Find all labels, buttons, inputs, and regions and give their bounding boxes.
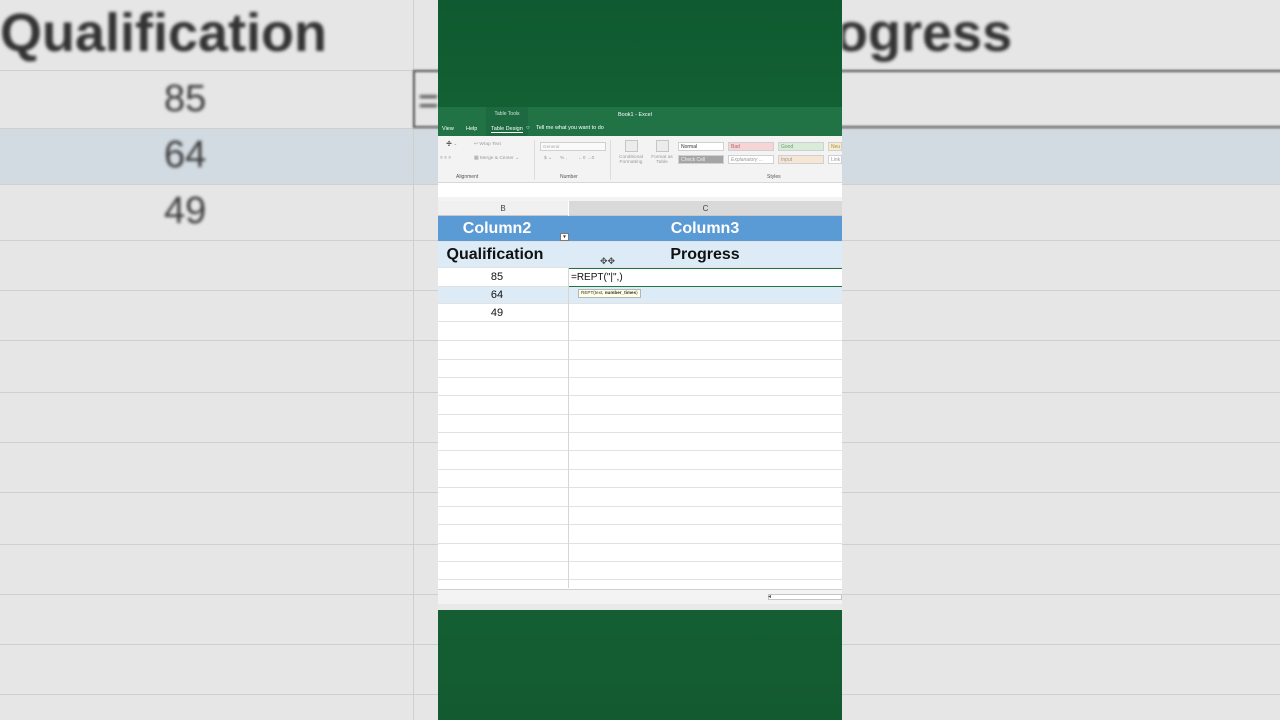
move-cursor-icon: ✥✥ [600,256,616,266]
tab-table-design[interactable]: Table Design [491,126,523,133]
tooltip-function: REPT(text, [581,290,605,295]
tooltip-argument: number_times [604,290,637,295]
currency-button[interactable]: $ ⌄ [544,156,552,161]
bg-cell-prefix: = [418,80,440,121]
style-check-cell[interactable]: Check Cell [678,155,724,164]
empty-row [438,451,842,470]
style-input[interactable]: Input [778,155,824,164]
active-cell-editor[interactable]: =REPT("|",) [568,268,842,287]
tell-me-text: Tell me what you want to do [536,125,604,131]
ribbon-separator [610,140,611,180]
percent-button[interactable]: % , [560,156,567,161]
style-neutral[interactable]: Neu [828,142,842,151]
wrap-text-button[interactable]: ↩ Wrap Text [474,142,501,147]
function-tooltip: REPT(text, number_times) [578,289,641,298]
video-panel: Table Tools Book1 - Excel View Help Tabl… [438,0,842,720]
conditional-formatting-icon[interactable] [625,140,638,152]
orientation-icon[interactable]: ➗ ⌄ [446,142,457,147]
document-title: Book1 - Excel [618,112,652,118]
spreadsheet-grid: Column2 ▾ Column3 Qualification Progress… [438,216,842,588]
formula-bar-strip [438,183,842,198]
number-format-select[interactable]: General [540,142,606,151]
number-format-value: General [543,144,560,149]
style-bad[interactable]: Bad [728,142,774,151]
ribbon-tabs: View Help Table Design ○ Tell me what you… [438,123,842,136]
style-good[interactable]: Good [778,142,824,151]
table-tools-label: Table Tools [494,111,520,117]
style-explanatory[interactable]: Explanatory ... [728,155,774,164]
empty-row [438,544,842,562]
group-number: Number [560,174,578,180]
horizontal-scrollbar[interactable] [768,594,842,600]
column-divider [568,268,569,588]
merge-center-button[interactable]: ▦ Merge & Center ⌄ [474,156,519,161]
column-header-b[interactable]: B [438,201,568,216]
table-header-row: Column2 ▾ Column3 [438,216,842,242]
ribbon: ➗ ⌄ ↩ Wrap Text ≡ ≡ ≡ ▦ Merge & Center ⌄… [438,136,842,183]
format-as-table-button[interactable]: Format as Table [649,155,675,165]
group-styles: Styles [767,174,781,180]
percent-label: % [560,156,565,161]
wrap-text-label: Wrap Text [479,142,501,147]
empty-row [438,360,842,378]
status-strip [438,604,842,610]
header-cell-column2[interactable]: Column2 [438,216,556,241]
bg-value-1: 85 [164,78,207,120]
empty-row [438,433,842,451]
tell-me-search[interactable]: ○ Tell me what you want to do [526,125,604,131]
bg-value-2: 64 [164,134,207,176]
bg-progress-header: Progress [842,2,1280,64]
currency-label: $ [544,156,547,161]
empty-row [438,525,842,544]
empty-row [438,488,842,507]
decimal-buttons[interactable]: ←0 →0 [578,156,594,161]
excel-window: Table Tools Book1 - Excel View Help Tabl… [438,107,842,610]
cell-b-value[interactable]: 85 [438,268,556,286]
align-icons[interactable]: ≡ ≡ ≡ [440,156,451,161]
group-alignment: Alignment [456,174,479,180]
conditional-formatting-button[interactable]: Conditional Formatting [616,155,646,165]
tab-view[interactable]: View [442,126,454,132]
header-cell-column3[interactable]: Column3 [568,216,842,241]
tab-help[interactable]: Help [466,126,477,132]
cell-b-value[interactable]: 49 [438,304,556,321]
column-header-c[interactable]: C [569,201,842,216]
empty-row [438,415,842,433]
empty-row [438,470,842,488]
format-as-table-icon[interactable] [656,140,669,152]
tooltip-close: ) [636,290,638,295]
bg-qualification-header: Qualification [0,3,328,63]
merge-center-label: Merge & Center [479,156,514,161]
empty-row [438,562,842,580]
bg-value-3: 49 [164,190,207,232]
title-bar: Table Tools Book1 - Excel View Help Tabl… [438,107,842,136]
lightbulb-icon: ○ [526,125,530,131]
table-label-row: Qualification Progress [438,242,842,268]
horizontal-scrollbar-area: ◂ [438,589,842,605]
empty-row [438,396,842,415]
cell-b-value[interactable]: 64 [438,287,556,303]
empty-row [438,322,842,341]
empty-row [438,341,842,360]
ribbon-separator [534,140,535,180]
style-linked[interactable]: Link [828,155,842,164]
empty-row [438,507,842,525]
empty-row [438,378,842,396]
table-row: 49 [438,304,842,322]
bg-progress-text: Progress [842,3,1013,63]
cell-qualification[interactable]: Qualification [438,242,552,267]
style-normal[interactable]: Normal [678,142,724,151]
scroll-left-icon[interactable]: ◂ [768,593,771,600]
